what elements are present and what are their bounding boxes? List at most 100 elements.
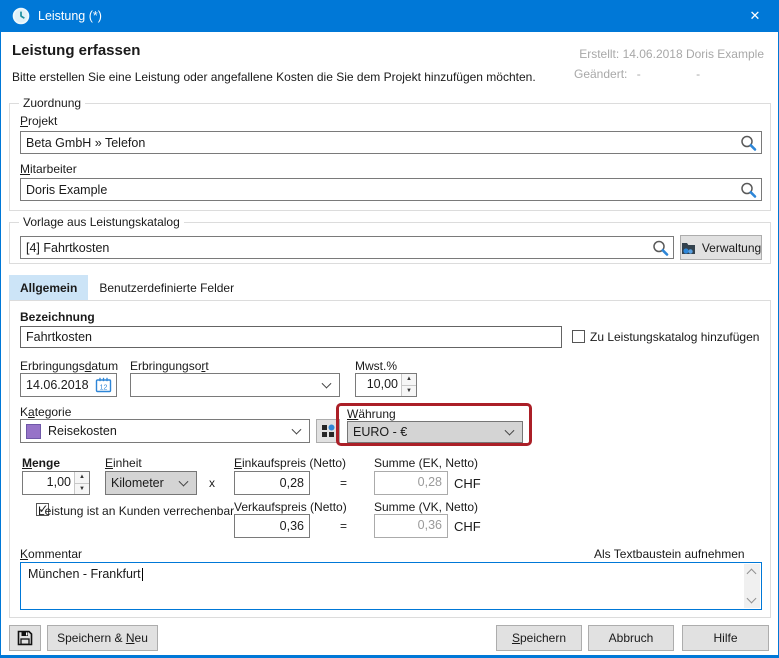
scroll-down-icon[interactable]: [747, 594, 757, 604]
speichern-neu-button[interactable]: Speichern & Neu: [47, 625, 158, 651]
projekt-field-wrap: [20, 131, 762, 154]
kommentar-label: Kommentar: [20, 547, 82, 561]
page-subtitle: Bitte erstellen Sie eine Leistung oder a…: [12, 70, 536, 84]
category-color-swatch: [26, 424, 41, 439]
waehrung-combobox[interactable]: EURO - €: [347, 421, 523, 443]
projekt-label: Projekt: [20, 114, 57, 128]
created-label: Erstellt:: [579, 47, 619, 61]
mitarbeiter-label: Mitarbeiter: [20, 162, 77, 176]
vertical-scrollbar[interactable]: [744, 564, 760, 608]
vorlage-legend: Vorlage aus Leistungskatalog: [19, 215, 184, 229]
spin-up-icon[interactable]: ▲: [402, 374, 416, 386]
tab-bar: Allgemein Benutzerdefinierte Felder: [9, 275, 245, 300]
hilfe-button[interactable]: Hilfe: [682, 625, 769, 651]
spin-down-icon[interactable]: ▼: [402, 386, 416, 397]
chevron-down-icon: [322, 379, 332, 389]
chevron-down-icon: [505, 426, 515, 436]
close-button[interactable]: ✕: [732, 0, 778, 32]
allgemein-panel: Bezeichnung Zu Leistungskatalog hinzufüg…: [9, 300, 771, 618]
titlebar: Leistung (*) ✕: [1, 0, 778, 32]
summe-ek-label: Summe (EK, Netto): [374, 456, 478, 470]
scroll-up-icon[interactable]: [747, 569, 757, 579]
spin-down-icon[interactable]: ▼: [75, 484, 89, 495]
tab-benutzerdefinierte-felder[interactable]: Benutzerdefinierte Felder: [88, 275, 245, 300]
clock-icon: [12, 7, 30, 25]
multiply-sign: x: [209, 476, 215, 490]
mwst-value: 10,00: [356, 374, 401, 396]
abbruch-button[interactable]: Abbruch: [588, 625, 674, 651]
kategorie-value: Reisekosten: [48, 424, 117, 438]
verwaltung-label: Verwaltung: [702, 241, 761, 255]
save-icon-button[interactable]: [9, 625, 41, 651]
page-title: Leistung erfassen: [12, 42, 140, 59]
einheit-label: Einheit: [105, 456, 142, 470]
modified-info: Geändert: - -: [574, 67, 700, 81]
bezeichnung-label: Bezeichnung: [20, 310, 95, 324]
verkaufspreis-input[interactable]: [234, 514, 310, 538]
vorlage-field-wrap: [20, 236, 674, 259]
waehrung-label: Währung: [347, 407, 396, 421]
zuordnung-legend: Zuordnung: [19, 96, 85, 110]
speichern-button[interactable]: Speichern: [496, 625, 582, 651]
kategorie-combobox[interactable]: Reisekosten: [20, 419, 310, 443]
spin-up-icon[interactable]: ▲: [75, 472, 89, 484]
search-icon[interactable]: [740, 181, 757, 198]
window-title: Leistung (*): [38, 9, 102, 23]
mitarbeiter-input[interactable]: [20, 178, 762, 201]
chevron-down-icon: [179, 477, 189, 487]
einheit-combobox[interactable]: Kilometer: [105, 471, 197, 495]
bezeichnung-input[interactable]: [20, 326, 562, 348]
vorlage-input[interactable]: [20, 236, 674, 259]
equals-sign: =: [340, 519, 347, 533]
calendar-icon[interactable]: 12: [95, 377, 112, 393]
menge-label: Menge: [22, 456, 60, 470]
summe-vk-field: 0,36: [374, 514, 448, 538]
datum-field-wrap: 12: [20, 373, 117, 397]
summe-vk-label: Summe (VK, Netto): [374, 500, 478, 514]
erbringungsort-combobox[interactable]: [130, 373, 340, 397]
modified-label: Geändert:: [574, 67, 627, 81]
textbaustein-label: Als Textbaustein aufnehmen: [594, 547, 745, 561]
svg-text:12: 12: [100, 385, 108, 392]
zu-leistungskatalog-label: Zu Leistungskatalog hinzufügen: [590, 330, 759, 344]
einkaufspreis-input[interactable]: [234, 471, 310, 495]
kommentar-value: München - Frankfurt: [28, 567, 141, 581]
erbringungsort-label: Erbringungsort: [130, 359, 209, 373]
floppy-disk-icon: [17, 630, 33, 646]
mitarbeiter-field-wrap: [20, 178, 762, 201]
chevron-down-icon: [292, 425, 302, 435]
verrechenbar-label: Leistung ist an Kunden verrechenbar: [38, 504, 234, 518]
menge-value: 1,00: [23, 472, 74, 494]
projekt-input[interactable]: [20, 131, 762, 154]
summe-ek-field: 0,28: [374, 471, 448, 495]
tab-allgemein[interactable]: Allgemein: [9, 275, 88, 300]
zuordnung-group: Zuordnung Projekt Mitarbeiter: [9, 103, 771, 211]
verwaltung-button[interactable]: Verwaltung: [680, 235, 762, 260]
mwst-label: Mwst.%: [355, 359, 397, 373]
text-caret: [142, 568, 143, 581]
erbringungsdatum-label: Erbringungsdatum: [20, 359, 118, 373]
waehrung-value: EURO - €: [353, 425, 407, 439]
mwst-spinner[interactable]: 10,00 ▲▼: [355, 373, 417, 397]
menge-spinner[interactable]: 1,00 ▲▼: [22, 471, 90, 495]
einkaufspreis-label: Einkaufspreis (Netto): [234, 456, 346, 470]
folder-gear-icon: [681, 241, 696, 254]
close-icon: ✕: [750, 8, 761, 24]
search-icon[interactable]: [740, 134, 757, 151]
modified-value-2: -: [696, 67, 700, 81]
currency-code-vk: CHF: [454, 519, 481, 534]
zu-leistungskatalog-checkbox[interactable]: [572, 330, 585, 343]
created-value: 14.06.2018 Doris Example: [623, 47, 764, 61]
currency-code-ek: CHF: [454, 476, 481, 491]
created-info: Erstellt: 14.06.2018 Doris Example: [579, 47, 764, 61]
einheit-value: Kilometer: [111, 476, 164, 490]
modified-value-1: -: [637, 67, 641, 81]
kategorie-label: Kategorie: [20, 405, 71, 419]
verkaufspreis-label: Verkaufspreis (Netto): [234, 500, 347, 514]
vorlage-group: Vorlage aus Leistungskatalog Verwaltung: [9, 222, 771, 264]
leistung-dialog: Leistung (*) ✕ Leistung erfassen Bitte e…: [0, 0, 779, 658]
equals-sign: =: [340, 476, 347, 490]
category-grid-icon: [321, 424, 335, 438]
kommentar-input[interactable]: München - Frankfurt: [20, 562, 762, 610]
search-icon[interactable]: [652, 239, 669, 256]
